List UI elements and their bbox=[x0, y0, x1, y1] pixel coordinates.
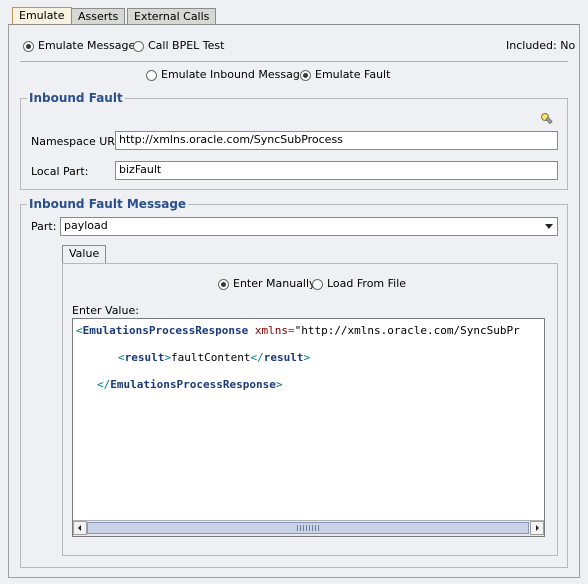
code-line: <EmulationsProcessResponse xmlns="http:/… bbox=[76, 324, 520, 337]
code-line: </EmulationsProcessResponse> bbox=[97, 378, 283, 391]
tab-value[interactable]: Value bbox=[62, 245, 107, 263]
emulate-fault-radio[interactable] bbox=[300, 70, 311, 81]
chevron-down-icon bbox=[545, 224, 553, 229]
emulate-fault-label[interactable]: Emulate Fault bbox=[315, 68, 390, 81]
scroll-right-button[interactable] bbox=[530, 521, 544, 535]
inbound-fault-title: Inbound Fault bbox=[27, 91, 125, 105]
emulate-message-label[interactable]: Emulate Message bbox=[38, 39, 135, 52]
emulate-inbound-message-radio[interactable] bbox=[146, 70, 157, 81]
namespace-uri-label: Namespace URI: bbox=[31, 135, 122, 148]
namespace-uri-input[interactable]: http://xmlns.oracle.com/SyncSubProcess bbox=[115, 131, 558, 150]
load-from-file-label[interactable]: Load From File bbox=[327, 277, 406, 290]
tab-label: Value bbox=[69, 247, 100, 260]
tab-label: External Calls bbox=[134, 10, 210, 23]
included-status: Included: No bbox=[506, 39, 576, 52]
enter-manually-label[interactable]: Enter Manually bbox=[233, 277, 316, 290]
call-bpel-test-label[interactable]: Call BPEL Test bbox=[148, 39, 224, 52]
enter-value-label: Enter Value: bbox=[72, 304, 139, 317]
emulate-inbound-message-label[interactable]: Emulate Inbound Message bbox=[161, 68, 307, 81]
flashlight-icon[interactable] bbox=[540, 112, 554, 126]
emulate-message-radio[interactable] bbox=[23, 41, 34, 52]
tab-label: Emulate bbox=[19, 9, 65, 22]
part-label: Part: bbox=[31, 220, 57, 233]
chevron-left-icon bbox=[78, 525, 81, 531]
tab-asserts[interactable]: Asserts bbox=[71, 8, 126, 24]
scroll-thumb[interactable] bbox=[87, 522, 529, 534]
call-bpel-test-radio[interactable] bbox=[133, 41, 144, 52]
xml-editor[interactable]: <EmulationsProcessResponse xmlns="http:/… bbox=[72, 318, 545, 537]
code-line: <result>faultContent</result> bbox=[118, 351, 311, 364]
part-select[interactable]: payload bbox=[60, 217, 558, 236]
load-from-file-radio[interactable] bbox=[312, 279, 323, 290]
local-part-input[interactable]: bizFault bbox=[115, 161, 558, 180]
scroll-left-button[interactable] bbox=[73, 521, 87, 535]
horizontal-scrollbar[interactable] bbox=[73, 520, 544, 536]
inbound-fault-message-title: Inbound Fault Message bbox=[27, 197, 189, 211]
separator bbox=[20, 61, 568, 62]
tab-external-calls[interactable]: External Calls bbox=[127, 8, 217, 24]
chevron-right-icon bbox=[536, 525, 539, 531]
tab-label: Asserts bbox=[78, 10, 119, 23]
part-select-value: payload bbox=[64, 219, 108, 232]
grip-icon bbox=[297, 525, 319, 531]
enter-manually-radio[interactable] bbox=[218, 279, 229, 290]
tab-emulate[interactable]: Emulate bbox=[12, 7, 72, 25]
local-part-label: Local Part: bbox=[31, 165, 89, 178]
